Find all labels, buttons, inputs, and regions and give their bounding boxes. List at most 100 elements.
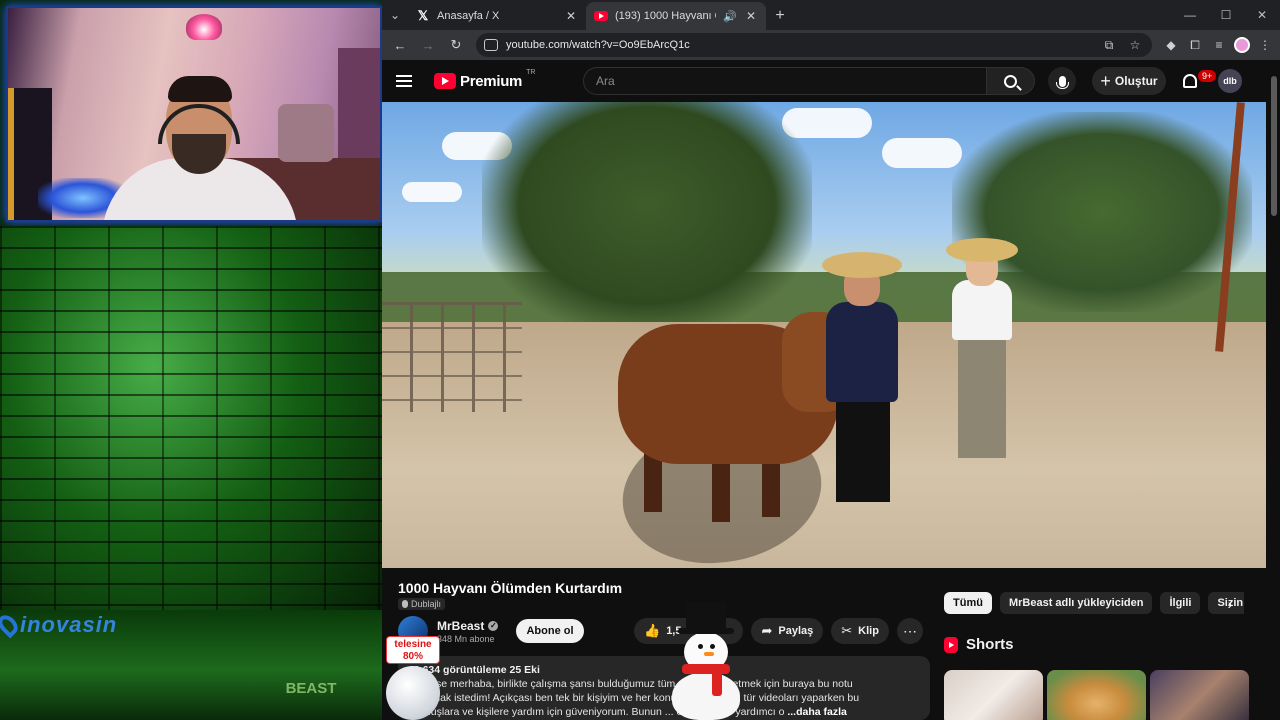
install-app-icon[interactable]: ⧉ xyxy=(1100,38,1118,53)
location-pin-icon xyxy=(0,611,22,639)
bookmark-star-icon[interactable]: ☆ xyxy=(1126,38,1144,52)
microphone-icon xyxy=(1055,75,1069,89)
new-tab-button[interactable]: + xyxy=(766,2,794,30)
search-box[interactable] xyxy=(583,67,987,95)
man-shirt xyxy=(826,302,898,402)
screen: inovasin BEAST ⌄ 𝕏 Anasayfa / X ✕ (193) … xyxy=(0,0,1280,720)
chevron-right-icon[interactable]: › xyxy=(1220,594,1240,614)
menu-icon[interactable] xyxy=(396,75,422,87)
search-button[interactable] xyxy=(987,67,1035,95)
address-bar[interactable]: youtube.com/watch?v=Oo9EbArcQ1c ⧉ ☆ xyxy=(476,33,1152,57)
subscribe-button[interactable]: Abone ol xyxy=(516,619,584,643)
dubbed-label: Dublajlı xyxy=(411,599,442,609)
snowman-body xyxy=(672,672,740,720)
description-line: Herkese merhaba, birlikte çalışma şansı … xyxy=(408,678,853,690)
description-line: bırakmak istedim! Açıkçası ben tek bir k… xyxy=(408,692,860,704)
tab-x[interactable]: 𝕏 Anasayfa / X ✕ xyxy=(408,2,586,30)
chip-related[interactable]: İlgili xyxy=(1160,592,1201,614)
more-actions-icon[interactable]: ⋯ xyxy=(896,618,923,644)
show-more-link[interactable]: ...daha fazla xyxy=(787,706,847,718)
browser-toolbar: ← → ↻ youtube.com/watch?v=Oo9EbArcQ1c ⧉ … xyxy=(382,30,1280,60)
search-icon xyxy=(1004,74,1017,88)
snowman-eye xyxy=(698,644,703,649)
tab-strip: ⌄ 𝕏 Anasayfa / X ✕ (193) 1000 Hayvanı Öl… xyxy=(382,0,1280,30)
tab-close-icon[interactable]: ✕ xyxy=(564,9,578,23)
share-icon: ➦ xyxy=(761,623,773,638)
views-and-date: 61.634 görüntüleme 25 Eki xyxy=(408,664,540,676)
scrollbar-thumb[interactable] xyxy=(1271,76,1277,216)
tab-youtube[interactable]: (193) 1000 Hayvanı Ölümden Kurtardım - Y… xyxy=(586,2,766,30)
share-button[interactable]: ➦ Paylaş xyxy=(751,618,824,644)
url-text[interactable]: youtube.com/watch?v=Oo9EbArcQ1c xyxy=(506,39,1092,51)
description-box[interactable]: 61.634 görüntüleme 25 Eki Herkese merhab… xyxy=(398,656,930,720)
snowman-top-hat xyxy=(686,602,726,632)
speaker-icon[interactable]: 🔊 xyxy=(723,10,737,23)
shorts-header: Shorts xyxy=(944,636,1014,653)
account-avatar[interactable]: dlb xyxy=(1218,69,1242,93)
clip-button[interactable]: ✂ Klip xyxy=(831,618,889,644)
shorts-title: Shorts xyxy=(966,636,1014,653)
bell-icon xyxy=(1183,74,1197,88)
woman-in-hat xyxy=(942,238,1022,468)
maximize-icon[interactable]: ☐ xyxy=(1208,0,1244,30)
youtube-logo[interactable]: Premium TR xyxy=(434,69,535,90)
subscriber-count: 348 Mn abone xyxy=(437,634,495,644)
puzzle-icon[interactable]: ⧠ xyxy=(1186,38,1204,53)
short-thumbnail[interactable] xyxy=(1150,670,1249,720)
create-label: Oluştur xyxy=(1114,74,1158,88)
dubbed-icon xyxy=(402,600,408,608)
close-window-icon[interactable]: ✕ xyxy=(1244,0,1280,30)
metal-fence xyxy=(382,302,522,412)
verified-icon: ✓ xyxy=(488,621,499,631)
media-controls-icon[interactable]: ≡ xyxy=(1210,38,1228,52)
beast-badge: BEAST xyxy=(285,680,337,697)
page-scrollbar[interactable] xyxy=(1268,60,1280,720)
man-in-hat xyxy=(812,252,912,512)
create-button[interactable]: + Oluştur xyxy=(1092,67,1166,95)
search-input[interactable] xyxy=(596,74,986,88)
extension-icon[interactable]: ◆ xyxy=(1162,38,1180,52)
browser-window: ⌄ 𝕏 Anasayfa / X ✕ (193) 1000 Hayvanı Öl… xyxy=(382,0,1280,720)
woman-straw-hat xyxy=(946,238,1018,262)
man-straw-hat xyxy=(822,252,902,278)
tab-search-icon[interactable]: ⌄ xyxy=(382,0,408,30)
youtube-masthead: Premium TR + Oluştur dlb xyxy=(382,60,1280,102)
video-player[interactable] xyxy=(382,102,1266,568)
menu-dots-icon[interactable]: ⋮ xyxy=(1256,38,1274,52)
chip-all[interactable]: Tümü xyxy=(944,592,992,614)
brand-logo: inovasin xyxy=(0,610,150,640)
snowman-icon xyxy=(668,602,744,720)
clip-label: Klip xyxy=(858,625,879,637)
channel-name[interactable]: MrBeast xyxy=(437,619,484,633)
telesine-widget: telesine 80% xyxy=(386,636,440,664)
related-filter-chips: Tümü MrBeast adlı yükleyiciden İlgili Si… xyxy=(944,592,1244,614)
snowman-scarf-tail xyxy=(712,668,722,696)
chip-from-uploader[interactable]: MrBeast adlı yükleyiciden xyxy=(999,592,1153,614)
video-title: 1000 Hayvanı Ölümden Kurtardım xyxy=(398,580,623,596)
stream-overlay: inovasin BEAST xyxy=(0,0,382,720)
short-thumbnail[interactable] xyxy=(1047,670,1146,720)
voice-search-button[interactable] xyxy=(1048,67,1076,95)
forward-icon[interactable]: → xyxy=(416,33,440,57)
shorts-row xyxy=(944,670,1249,720)
short-thumbnail[interactable] xyxy=(944,670,1043,720)
logo-text: Premium xyxy=(460,72,523,90)
share-label: Paylaş xyxy=(778,625,814,637)
snowball-widget xyxy=(386,666,440,720)
cloud xyxy=(882,138,962,168)
telesine-percent: 80% xyxy=(402,651,423,662)
tab-close-icon[interactable]: ✕ xyxy=(744,9,758,23)
minimize-icon[interactable]: — xyxy=(1172,0,1208,30)
channel-name-row[interactable]: MrBeast ✓ xyxy=(437,619,499,633)
back-icon[interactable]: ← xyxy=(388,33,412,57)
woman-pants xyxy=(958,338,1006,458)
thumbs-up-icon: 👍 xyxy=(644,623,661,638)
snowman-nose xyxy=(704,652,714,656)
site-info-icon[interactable] xyxy=(484,39,498,51)
tab-label: (193) 1000 Hayvanı Ölümden Kurtardım - Y… xyxy=(615,10,716,22)
telesine-label: telesine xyxy=(394,639,432,650)
green-brick-wall xyxy=(0,226,382,626)
reload-icon[interactable]: ↻ xyxy=(444,33,468,57)
scissors-icon: ✂ xyxy=(841,623,853,638)
profile-avatar[interactable] xyxy=(1234,37,1250,53)
